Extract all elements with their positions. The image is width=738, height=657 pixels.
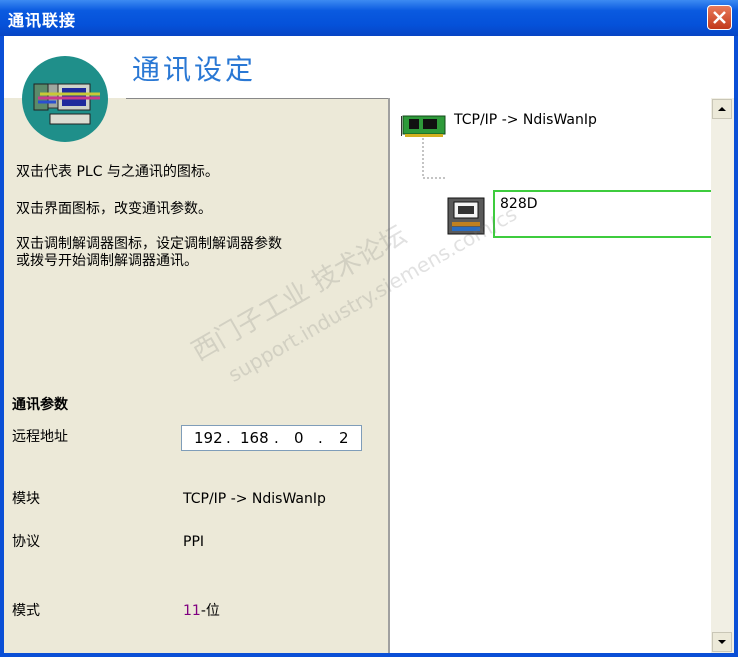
arrow-up-icon — [718, 107, 726, 111]
close-icon — [713, 11, 726, 24]
ip-octet-4[interactable]: 2 — [339, 429, 349, 447]
ip-octet-3[interactable]: 0 — [294, 429, 304, 447]
tree-connector — [422, 138, 447, 179]
mode-value-unit: -位 — [200, 603, 220, 619]
ip-octet-1[interactable]: 192 — [194, 429, 223, 447]
device-label[interactable]: 828D — [500, 196, 538, 212]
plc-device-icon[interactable] — [446, 196, 486, 236]
communication-logo-icon — [22, 56, 108, 142]
header-panel: 通讯设定 — [4, 36, 734, 142]
window-title: 通讯联接 — [8, 11, 77, 30]
close-button[interactable] — [707, 5, 732, 30]
device-tree-pane: TCP/IP -> NdisWanIp 828D — [391, 98, 713, 653]
page-heading: 通讯设定 — [132, 53, 257, 86]
module-label: 模块 — [12, 491, 40, 507]
remote-address-label: 远程地址 — [12, 429, 68, 445]
network-card-icon[interactable] — [401, 112, 447, 138]
dialog-window: 通讯联接 通讯设定 双击代表 PLC 与之通讯的图标。 双击界面图标，改变通讯参… — [0, 0, 738, 657]
arrow-down-icon — [718, 640, 726, 644]
instruction-interface: 双击界面图标，改变通讯参数。 — [16, 201, 212, 217]
mode-value-number: 11 — [183, 603, 201, 619]
mode-value: 11-位 — [183, 603, 220, 620]
vertical-scrollbar[interactable] — [711, 98, 734, 653]
title-bar[interactable]: 通讯联接 — [0, 0, 738, 36]
interface-label[interactable]: TCP/IP -> NdisWanIp — [454, 112, 597, 128]
mode-label: 模式 — [12, 603, 40, 619]
scroll-up-button[interactable] — [712, 99, 732, 119]
instruction-modem: 双击调制解调器图标，设定调制解调器参数 或拨号开始调制解调器通讯。 — [16, 236, 282, 269]
protocol-label: 协议 — [12, 534, 40, 550]
protocol-value: PPI — [183, 534, 205, 550]
module-value: TCP/IP -> NdisWanIp — [183, 491, 326, 507]
ip-octet-2[interactable]: 168 — [240, 429, 269, 447]
instruction-plc: 双击代表 PLC 与之通讯的图标。 — [16, 164, 219, 180]
remote-address-input[interactable]: 192 . 168 . 0 . 2 — [181, 425, 362, 451]
dialog-client: 通讯设定 双击代表 PLC 与之通讯的图标。 双击界面图标，改变通讯参数。 双击… — [4, 36, 734, 653]
params-section-title: 通讯参数 — [12, 397, 68, 413]
scroll-down-button[interactable] — [712, 632, 732, 652]
